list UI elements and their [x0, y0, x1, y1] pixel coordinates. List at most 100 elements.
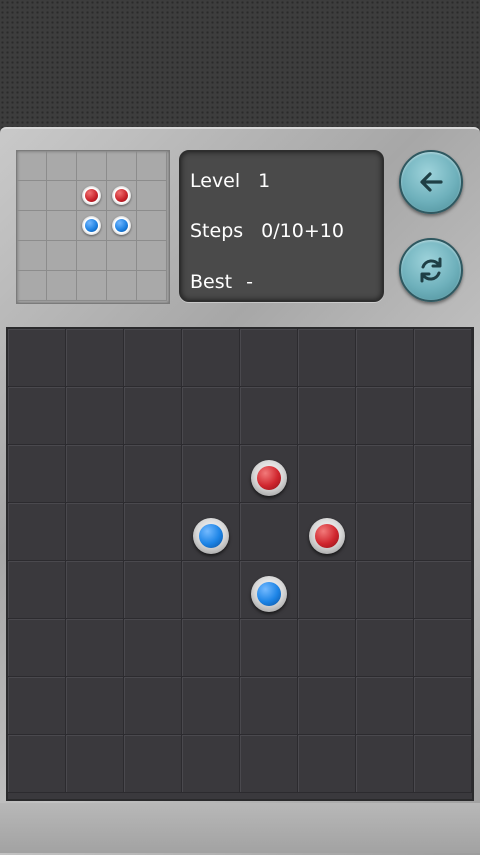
preview-cell [47, 211, 77, 241]
board-cell[interactable] [298, 561, 356, 619]
level-value: 1 [258, 170, 271, 192]
board-cell[interactable] [124, 561, 182, 619]
board-cell[interactable] [240, 387, 298, 445]
board-cell[interactable] [124, 735, 182, 793]
board-cell[interactable] [8, 677, 66, 735]
preview-cell [47, 241, 77, 271]
level-label: Level [190, 170, 241, 192]
board-cell[interactable] [414, 619, 472, 677]
preview-blue-piece [111, 215, 131, 235]
board-cell[interactable] [182, 445, 240, 503]
board-cell[interactable] [240, 735, 298, 793]
best-value: - [246, 271, 253, 293]
preview-cell [107, 241, 137, 271]
board-cell[interactable] [356, 561, 414, 619]
board-cell[interactable] [66, 329, 124, 387]
board-cell[interactable] [8, 735, 66, 793]
reset-button[interactable] [399, 238, 463, 302]
board-cell[interactable] [414, 445, 472, 503]
preview-cell [137, 241, 167, 271]
board-cell[interactable] [298, 445, 356, 503]
board-cell[interactable] [182, 619, 240, 677]
board-cell[interactable] [8, 445, 66, 503]
board-cell[interactable] [356, 619, 414, 677]
board-cell[interactable] [414, 677, 472, 735]
board-cell[interactable] [124, 387, 182, 445]
board-cell[interactable] [66, 735, 124, 793]
preview-cell [137, 151, 167, 181]
preview-cell [107, 271, 137, 301]
board-cell[interactable] [124, 503, 182, 561]
board-cell[interactable] [124, 619, 182, 677]
board-cell[interactable] [124, 329, 182, 387]
board-cell[interactable] [414, 561, 472, 619]
board-cell[interactable] [356, 735, 414, 793]
board-cell[interactable] [240, 619, 298, 677]
board-cell[interactable] [8, 387, 66, 445]
game-board[interactable] [6, 327, 474, 801]
board-cell[interactable] [414, 329, 472, 387]
board-cell[interactable] [8, 619, 66, 677]
bottom-strip [0, 803, 480, 853]
steps-row: Steps 0/10+10 [190, 220, 344, 242]
steps-value: 0/10+10 [261, 220, 344, 242]
preview-cell [137, 181, 167, 211]
board-cell[interactable] [66, 445, 124, 503]
board-cell[interactable] [240, 677, 298, 735]
board-cell[interactable] [182, 561, 240, 619]
board-cell[interactable] [298, 735, 356, 793]
board-cell[interactable] [182, 387, 240, 445]
preview-blue-piece [81, 215, 101, 235]
preview-cell [77, 241, 107, 271]
board-cell[interactable] [298, 619, 356, 677]
preview-red-piece [111, 185, 131, 205]
best-label: Best [190, 271, 233, 293]
board-cell[interactable] [66, 503, 124, 561]
board-cell[interactable] [240, 329, 298, 387]
board-cell[interactable] [182, 329, 240, 387]
board-cell[interactable] [66, 561, 124, 619]
board-cell[interactable] [356, 445, 414, 503]
board-cell[interactable] [8, 329, 66, 387]
info-panel: Level 1 Steps 0/10+10 Best - [179, 150, 384, 302]
board-cell[interactable] [66, 387, 124, 445]
board-blue-piece[interactable] [193, 518, 229, 554]
preview-cell [17, 271, 47, 301]
board-cell[interactable] [66, 619, 124, 677]
board-cell[interactable] [66, 677, 124, 735]
preview-cell [107, 151, 137, 181]
board-cell[interactable] [356, 329, 414, 387]
board-cell[interactable] [298, 387, 356, 445]
board-red-piece[interactable] [309, 518, 345, 554]
back-button[interactable] [399, 150, 463, 214]
board-cell[interactable] [298, 677, 356, 735]
board-cell[interactable] [414, 387, 472, 445]
preview-cell [17, 241, 47, 271]
arrow-left-icon [420, 172, 443, 192]
board-cell[interactable] [356, 387, 414, 445]
target-preview [16, 150, 170, 304]
preview-cell [47, 271, 77, 301]
preview-red-piece [81, 185, 101, 205]
board-cell[interactable] [414, 503, 472, 561]
preview-cell [17, 181, 47, 211]
best-row: Best - [190, 271, 253, 293]
board-red-piece[interactable] [251, 460, 287, 496]
board-cell[interactable] [356, 677, 414, 735]
board-cell[interactable] [182, 677, 240, 735]
board-cell[interactable] [124, 445, 182, 503]
preview-cell [137, 211, 167, 241]
board-cell[interactable] [8, 503, 66, 561]
preview-cell [17, 211, 47, 241]
board-blue-piece[interactable] [251, 576, 287, 612]
board-cell[interactable] [8, 561, 66, 619]
board-cell[interactable] [298, 329, 356, 387]
board-cell[interactable] [356, 503, 414, 561]
board-cell[interactable] [240, 503, 298, 561]
board-cell[interactable] [182, 735, 240, 793]
board-cell[interactable] [124, 677, 182, 735]
board-cell[interactable] [414, 735, 472, 793]
level-row: Level 1 [190, 170, 270, 192]
steps-label: Steps [190, 220, 244, 242]
preview-cell [77, 151, 107, 181]
